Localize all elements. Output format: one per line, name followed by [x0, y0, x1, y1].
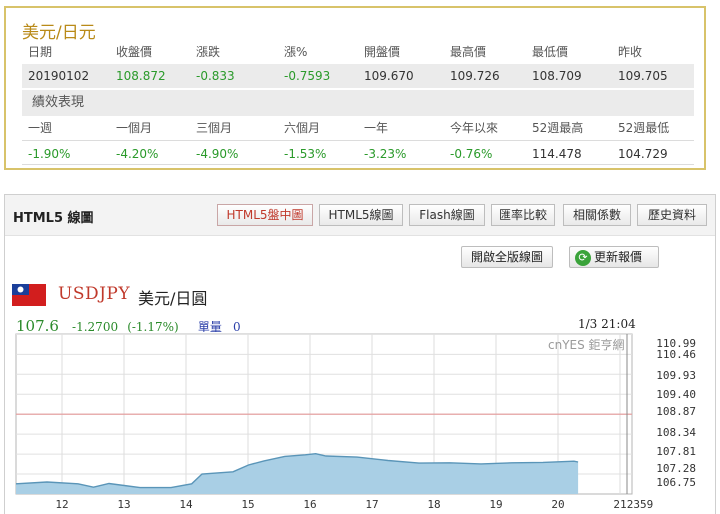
x-tick-label: 20 — [551, 498, 564, 511]
y-tick-label: 109.93 — [656, 369, 696, 382]
x-tick-label: 18 — [427, 498, 440, 511]
y-tick-label: 110.46 — [656, 348, 696, 361]
x-tick-label: 2359 — [627, 498, 654, 511]
y-tick-label: 107.81 — [656, 445, 696, 458]
watermark-logo: cnYES 鉅亨網 — [548, 338, 625, 352]
y-tick-label: 108.34 — [656, 426, 696, 439]
y-tick-label: 108.87 — [656, 405, 696, 418]
x-tick-label: 21 — [613, 498, 626, 511]
intraday-chart[interactable]: 12 13 14 15 16 17 18 19 20 21 2359110.99110.46109.… — [0, 0, 720, 514]
x-tick-label: 13 — [117, 498, 130, 511]
y-tick-label: 106.75 — [656, 476, 696, 489]
x-tick-label: 16 — [303, 498, 316, 511]
x-tick-label: 19 — [489, 498, 502, 511]
x-tick-label: 15 — [241, 498, 254, 511]
x-tick-label: 17 — [365, 498, 378, 511]
y-tick-label: 109.40 — [656, 388, 696, 401]
x-tick-label: 14 — [179, 498, 193, 511]
y-tick-label: 107.28 — [656, 462, 696, 475]
x-tick-label: 12 — [55, 498, 68, 511]
